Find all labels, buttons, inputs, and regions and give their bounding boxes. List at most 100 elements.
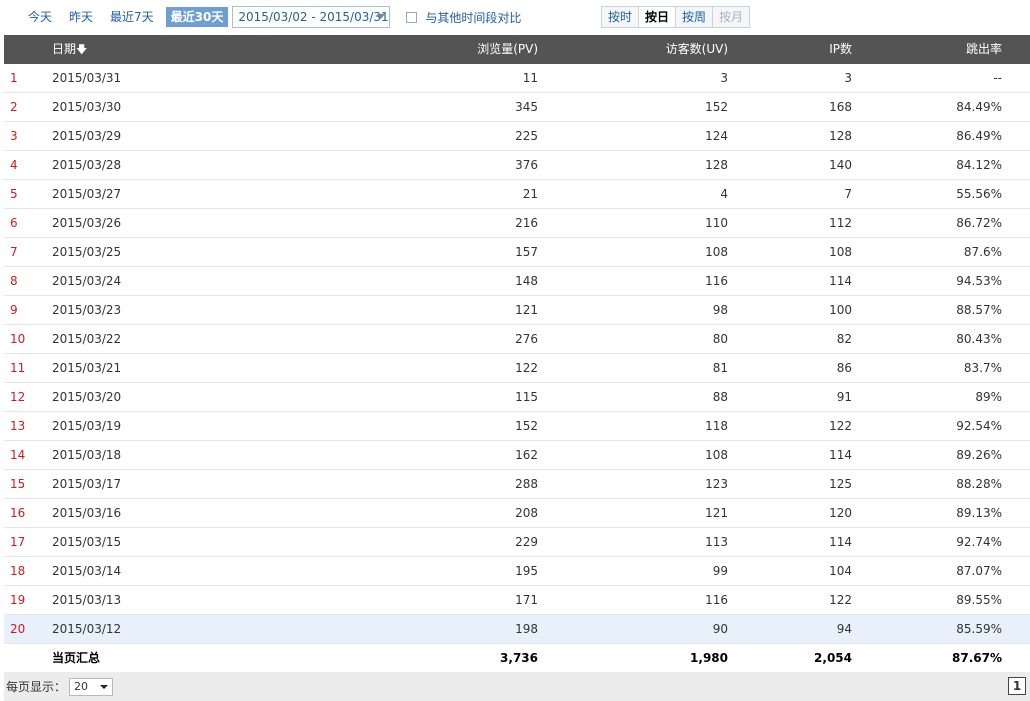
row-index: 9 [10, 303, 18, 317]
row-index: 4 [10, 158, 18, 172]
row-bounce: 92.54% [956, 419, 1002, 433]
granularity-day-button[interactable]: 按日 [639, 7, 677, 27]
row-date: 2015/03/29 [52, 129, 122, 143]
row-date: 2015/03/30 [52, 100, 122, 114]
row-index: 13 [10, 419, 26, 433]
row-pv: 225 [515, 129, 538, 143]
table-header: 日期🡇 浏览量(PV) 访客数(UV) IP数 跳出率 [4, 35, 1030, 64]
column-header-bounce[interactable]: 跳出率 [966, 35, 1002, 64]
table-row: 8 2015/03/24 148 116 114 94.53% [4, 267, 1030, 296]
row-index: 11 [10, 361, 26, 375]
row-bounce: 92.74% [956, 535, 1002, 549]
table-row: 6 2015/03/26 216 110 112 86.72% [4, 209, 1030, 238]
row-bounce: 55.56% [956, 187, 1002, 201]
row-bounce: 88.28% [956, 477, 1002, 491]
row-index: 18 [10, 564, 26, 578]
row-uv: 128 [705, 158, 728, 172]
row-bounce: 80.43% [956, 332, 1002, 346]
row-ip: 86 [836, 361, 852, 375]
row-ip: 114 [829, 535, 852, 549]
table-row: 15 2015/03/17 288 123 125 88.28% [4, 470, 1030, 499]
quick-last7-button[interactable]: 最近7天 [105, 7, 159, 27]
row-uv: 3 [720, 71, 728, 85]
row-pv: 171 [515, 593, 538, 607]
compare-toggle[interactable]: 与其他时间段对比 [406, 9, 521, 26]
row-pv: 157 [515, 245, 538, 259]
quick-yesterday-button[interactable]: 昨天 [64, 7, 98, 27]
column-header-uv[interactable]: 访客数(UV) [666, 35, 728, 64]
quick-last30-button[interactable]: 最近30天 [165, 7, 229, 27]
row-bounce: 89.13% [956, 506, 1002, 520]
row-pv: 21 [522, 187, 538, 201]
row-date: 2015/03/26 [52, 216, 122, 230]
row-bounce: 85.59% [956, 622, 1002, 636]
column-header-ip[interactable]: IP数 [829, 35, 852, 64]
row-date: 2015/03/21 [52, 361, 122, 375]
row-pv: 115 [515, 390, 538, 404]
row-bounce: 88.57% [956, 303, 1002, 317]
row-ip: 3 [844, 71, 852, 85]
row-bounce: 94.53% [956, 274, 1002, 288]
compare-checkbox[interactable] [406, 11, 418, 23]
row-uv: 110 [705, 216, 728, 230]
row-ip: 7 [844, 187, 852, 201]
row-ip: 108 [829, 245, 852, 259]
summary-ip: 2,054 [814, 651, 852, 665]
row-uv: 124 [705, 129, 728, 143]
row-index: 2 [10, 100, 18, 114]
row-uv: 108 [705, 245, 728, 259]
row-index: 14 [10, 448, 26, 462]
row-index: 17 [10, 535, 26, 549]
table-row: 16 2015/03/16 208 121 120 89.13% [4, 499, 1030, 528]
table-row: 12 2015/03/20 115 88 91 89% [4, 383, 1030, 412]
row-date: 2015/03/22 [52, 332, 122, 346]
row-index: 12 [10, 390, 26, 404]
row-uv: 118 [705, 419, 728, 433]
row-uv: 80 [712, 332, 728, 346]
row-uv: 4 [720, 187, 728, 201]
per-page-value: 20 [74, 679, 89, 693]
row-bounce: 89% [975, 390, 1002, 404]
row-pv: 121 [515, 303, 538, 317]
row-index: 5 [10, 187, 18, 201]
summary-row: 当页汇总 3,736 1,980 2,054 87.67% [4, 644, 1030, 673]
row-date: 2015/03/16 [52, 506, 122, 520]
table-row: 18 2015/03/14 195 99 104 87.07% [4, 557, 1030, 586]
quick-today-button[interactable]: 今天 [23, 7, 57, 27]
compare-label: 与其他时间段对比 [425, 10, 522, 25]
table-row: 4 2015/03/28 376 128 140 84.12% [4, 151, 1030, 180]
summary-pv: 3,736 [500, 651, 538, 665]
row-ip: 128 [829, 129, 852, 143]
row-index: 8 [10, 274, 18, 288]
row-ip: 114 [829, 274, 852, 288]
per-page-select[interactable]: 20 [69, 677, 114, 696]
row-uv: 108 [705, 448, 728, 462]
granularity-week-button[interactable]: 按周 [676, 7, 714, 27]
row-date: 2015/03/24 [52, 274, 122, 288]
column-header-pv[interactable]: 浏览量(PV) [477, 35, 538, 64]
row-bounce: 84.12% [956, 158, 1002, 172]
chevron-down-icon [100, 684, 109, 689]
page-number-button[interactable]: 1 [1008, 677, 1026, 695]
summary-uv: 1,980 [690, 651, 728, 665]
row-pv: 345 [515, 100, 538, 114]
row-index: 1 [10, 71, 18, 85]
row-date: 2015/03/20 [52, 390, 122, 404]
table-row: 17 2015/03/15 229 113 114 92.74% [4, 528, 1030, 557]
table-row: 11 2015/03/21 122 81 86 83.7% [4, 354, 1030, 383]
row-bounce: 87.6% [963, 245, 1002, 259]
row-bounce: 86.49% [956, 129, 1002, 143]
date-range-picker[interactable]: 2015/03/02 - 2015/03/31 [232, 6, 391, 28]
summary-label: 当页汇总 [52, 651, 101, 665]
row-pv: 11 [522, 71, 538, 85]
table-row: 13 2015/03/19 152 118 122 92.54% [4, 412, 1030, 441]
row-pv: 162 [515, 448, 538, 462]
table-row: 9 2015/03/23 121 98 100 88.57% [4, 296, 1030, 325]
per-page-label: 每页显示： [6, 680, 67, 694]
row-pv: 288 [515, 477, 538, 491]
granularity-hour-button[interactable]: 按时 [602, 7, 640, 27]
column-header-date[interactable]: 日期🡇 [52, 35, 87, 64]
table-row: 5 2015/03/27 21 4 7 55.56% [4, 180, 1030, 209]
row-date: 2015/03/18 [52, 448, 122, 462]
row-ip: 104 [829, 564, 852, 578]
